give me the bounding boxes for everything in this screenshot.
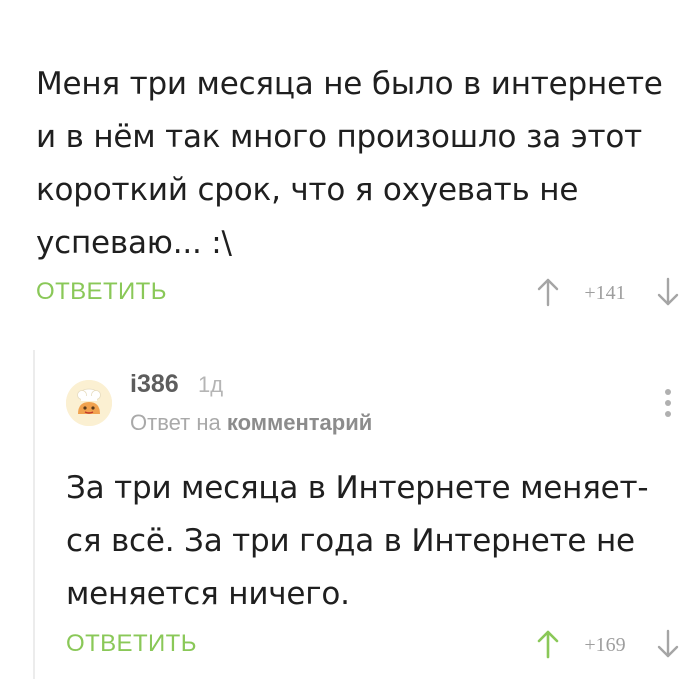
username[interactable]: i386 — [130, 370, 179, 399]
vertical-dots-icon — [665, 389, 671, 417]
more-options-button[interactable] — [654, 384, 682, 424]
timestamp: 1д — [198, 372, 224, 397]
reply-button[interactable]: ОТВЕТИТЬ — [36, 278, 167, 306]
arrow-down-icon — [657, 277, 679, 306]
reply-prefix: Ответ на — [130, 410, 221, 435]
reply-text: За три месяца в Интернете меняет- ся всё… — [66, 470, 649, 612]
downvote-button[interactable] — [648, 624, 688, 664]
arrow-up-icon — [537, 630, 559, 659]
upvote-button[interactable] — [528, 624, 568, 664]
reply-context: Ответ на комментарий — [130, 410, 372, 436]
arrow-up-icon — [537, 278, 559, 307]
upvote-button[interactable] — [528, 272, 568, 312]
comment-text: Меня три месяца не было в интернете и в … — [36, 66, 663, 261]
parent-comment-link[interactable]: комментарий — [227, 410, 372, 435]
downvote-button[interactable] — [648, 272, 688, 312]
reply-actions: ОТВЕТИТЬ +169 — [0, 624, 700, 664]
reply-button[interactable]: ОТВЕТИТЬ — [66, 630, 197, 658]
comment-score: +141 — [584, 282, 626, 304]
chef-avatar-icon — [66, 380, 112, 426]
arrow-down-icon — [657, 629, 679, 658]
avatar[interactable] — [66, 380, 112, 426]
reply-score: +169 — [584, 634, 626, 656]
comment-actions: ОТВЕТИТЬ +141 — [0, 272, 700, 312]
